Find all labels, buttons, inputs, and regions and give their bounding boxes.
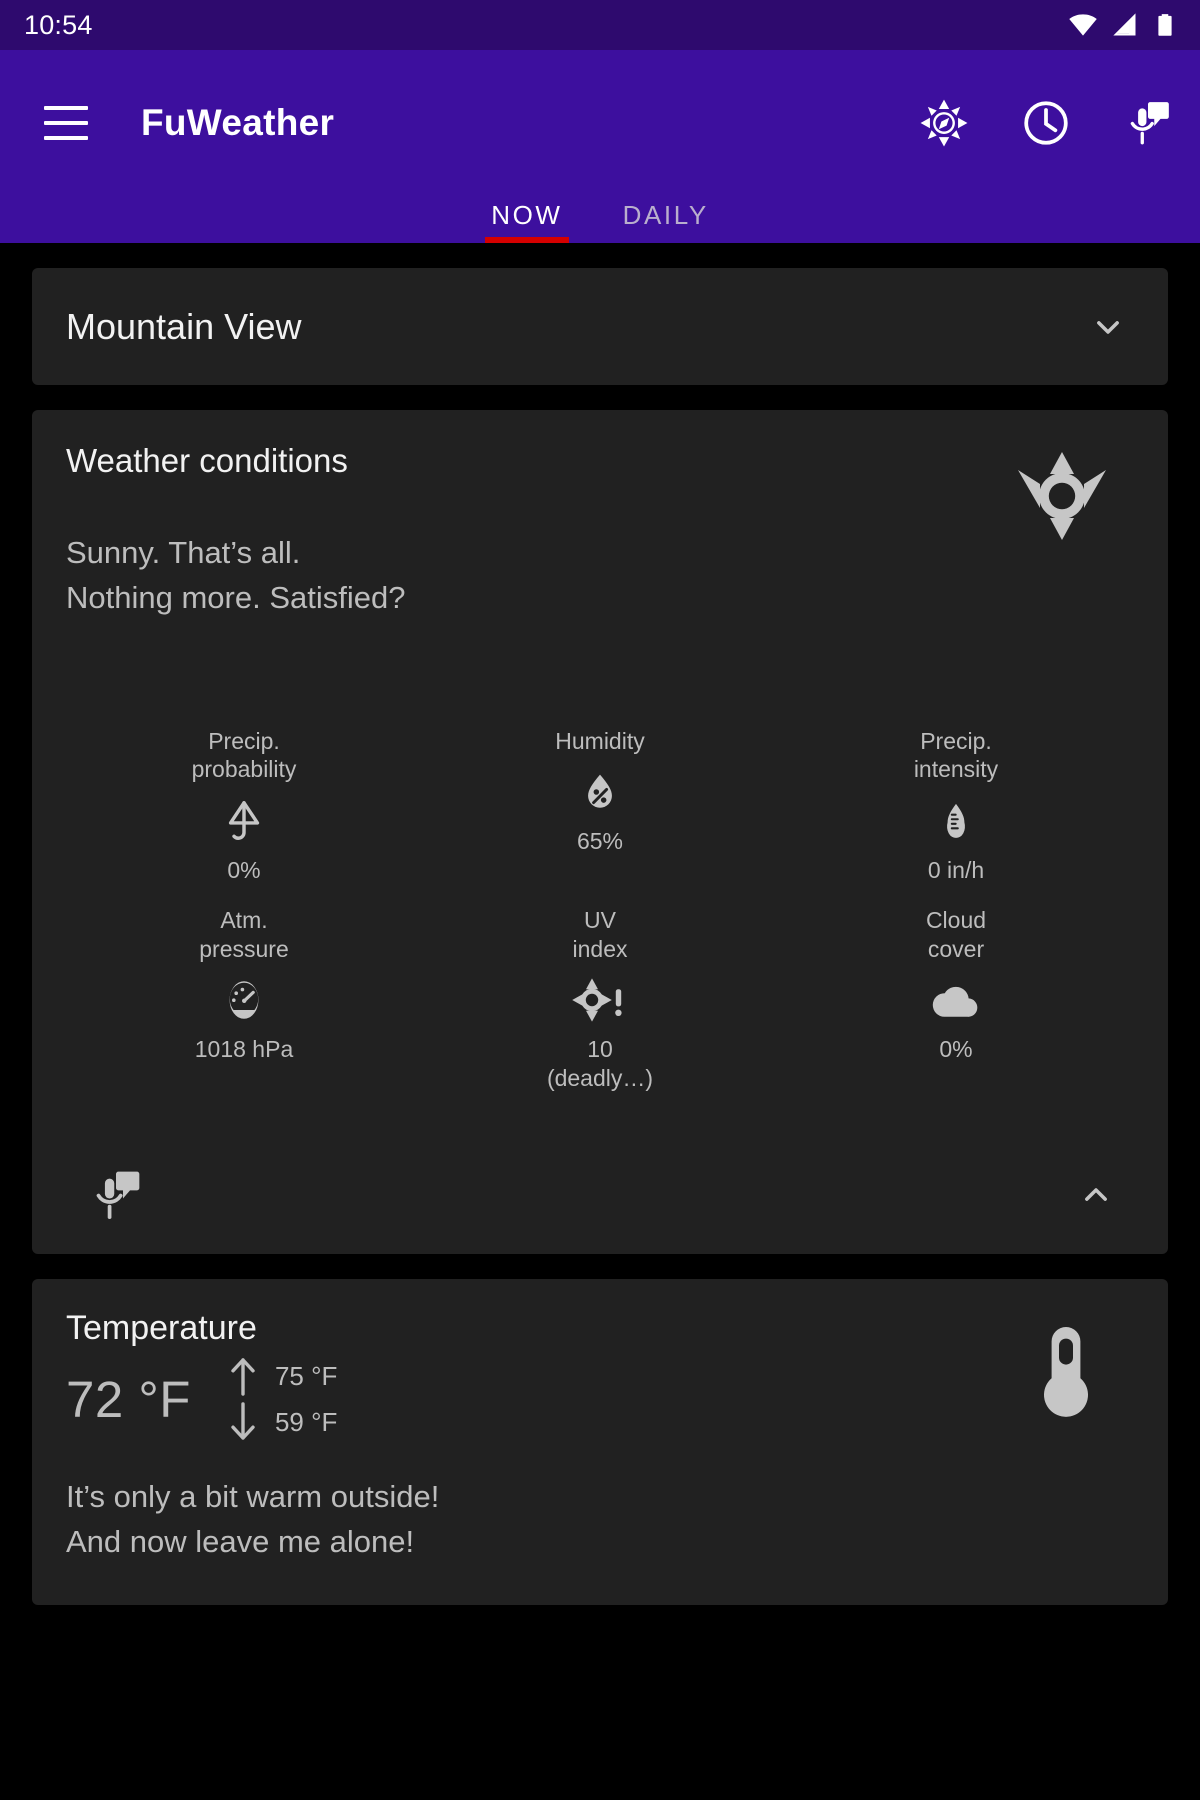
- metric-value-line-1: 0%: [227, 856, 261, 883]
- tab-now[interactable]: NOW: [485, 200, 569, 243]
- barometer-icon: [220, 974, 268, 1026]
- metric-label-line-1: Cloud: [925, 907, 987, 934]
- metric-precip-probability: Precip. probability 0%: [66, 727, 422, 885]
- arrow-up-icon: [227, 1354, 259, 1398]
- metric-label: Precip. intensity: [914, 727, 998, 784]
- wifi-icon: [1068, 10, 1098, 40]
- temperature-min-value: 59 °F: [274, 1406, 338, 1437]
- app-root: 10:54 FuWeather NOW DAILY Mountain View …: [0, 0, 1200, 1800]
- thermometer-icon: [1024, 1321, 1108, 1425]
- metric-cloud-cover: Cloud cover 0%: [778, 906, 1134, 1092]
- metric-label-line-1: Precip.: [208, 727, 280, 754]
- metric-value: 0%: [939, 1035, 972, 1064]
- metric-label-line-1: UV: [584, 907, 616, 934]
- tab-daily-label: DAILY: [622, 200, 709, 230]
- metric-label-line-2: cover: [927, 935, 985, 962]
- app-title: FuWeather: [141, 101, 335, 143]
- location-name: Mountain View: [66, 305, 302, 347]
- status-bar-icons: [1068, 10, 1178, 40]
- tab-inactive-indicator: [617, 237, 715, 243]
- metric-label: Cloud cover: [926, 906, 986, 963]
- app-bar-actions: [918, 97, 1174, 149]
- metric-label-line-1: Atm.: [220, 907, 268, 934]
- metric-value: 65%: [577, 827, 623, 856]
- battery-icon: [1152, 11, 1178, 39]
- temperature-title: Temperature: [66, 1309, 257, 1348]
- weather-metrics: Precip. probability 0% Humidity 65% Prec…: [66, 727, 1134, 1093]
- clock-icon[interactable]: [1020, 97, 1072, 149]
- metric-row-2: Atm. pressure 1018 hPa UV index 10 (dead…: [66, 906, 1134, 1092]
- main-content: Mountain View Weather conditions Sunny. …: [0, 268, 1200, 1605]
- temperature-max-row: 75 °F: [227, 1354, 337, 1398]
- rain-gauge-icon: [935, 795, 977, 847]
- weather-conditions-header: Weather conditions: [66, 442, 1134, 480]
- hamburger-menu-icon[interactable]: [44, 105, 88, 140]
- location-card[interactable]: Mountain View: [32, 268, 1168, 385]
- metric-label-line-1: Precip.: [920, 727, 992, 754]
- weather-conditions-footer: [66, 1136, 1134, 1254]
- temperature-max-value: 75 °F: [274, 1360, 338, 1391]
- tab-active-indicator: [485, 237, 569, 243]
- temperature-values: 72 °F 75 °F 59 °F: [66, 1354, 1134, 1444]
- weather-conditions-title: Weather conditions: [66, 442, 348, 479]
- chevron-down-icon[interactable]: [1088, 307, 1128, 347]
- tab-now-label: NOW: [491, 200, 563, 230]
- sun-icon: [1014, 448, 1110, 544]
- temperature-card: Temperature 72 °F 75 °F 59 °F It’s only …: [32, 1279, 1168, 1605]
- metric-value: 1018 hPa: [195, 1035, 293, 1064]
- metric-uv-index: UV index 10 (deadly…): [422, 906, 778, 1092]
- humidity-droplet-icon: [578, 766, 622, 818]
- temperature-description-line-2: And now leave me alone!: [66, 1524, 415, 1560]
- metric-label-line-2: pressure: [199, 935, 289, 962]
- metric-humidity: Humidity 65%: [422, 727, 778, 885]
- metric-label: Atm. pressure: [199, 906, 288, 963]
- metric-value: 10 (deadly…): [547, 1035, 653, 1092]
- voice-comment-icon[interactable]: [88, 1167, 144, 1223]
- tab-daily[interactable]: DAILY: [617, 200, 715, 243]
- temperature-min-row: 59 °F: [227, 1400, 337, 1444]
- app-bar: FuWeather NOW DAILY: [0, 50, 1200, 243]
- tab-bar: NOW DAILY: [0, 195, 1200, 243]
- metric-value-line-1: 0%: [939, 1036, 973, 1063]
- voice-comment-icon[interactable]: [1122, 97, 1174, 149]
- metric-label: UV index: [573, 906, 628, 963]
- metric-value-line-1: 65%: [576, 828, 624, 855]
- weather-description-line-2: Nothing more. Satisfied?: [66, 580, 406, 616]
- metric-precip-intensity: Precip. intensity 0 in/h: [778, 727, 1134, 885]
- weather-conditions-card: Weather conditions Sunny. That’s all. No…: [32, 410, 1168, 1255]
- metric-value-line-1: 10: [587, 1036, 613, 1063]
- temperature-description-line-1: It’s only a bit warm outside!: [66, 1479, 440, 1515]
- temperature-min-max: 75 °F 59 °F: [227, 1354, 337, 1444]
- metric-label: Precip. probability: [192, 727, 297, 784]
- metric-value: 0 in/h: [928, 856, 984, 885]
- metric-value-line-2: (deadly…): [546, 1064, 654, 1091]
- metric-label-line-1: Humidity: [555, 727, 645, 754]
- metric-value-line-1: 1018 hPa: [194, 1036, 294, 1063]
- weather-conditions-description: Sunny. That’s all. Nothing more. Satisfi…: [66, 530, 1134, 621]
- umbrella-icon: [221, 795, 267, 847]
- temperature-current: 72 °F: [66, 1370, 191, 1428]
- weather-description-line-1: Sunny. That’s all.: [66, 535, 301, 570]
- metric-value: 0%: [227, 856, 260, 885]
- temperature-description: It’s only a bit warm outside! And now le…: [66, 1474, 1134, 1565]
- cloud-icon: [930, 974, 982, 1026]
- status-bar-clock: 10:54: [24, 9, 93, 40]
- metric-label-line-2: probability: [191, 756, 297, 783]
- metric-atm-pressure: Atm. pressure 1018 hPa: [66, 906, 422, 1092]
- arrow-down-icon: [227, 1400, 259, 1444]
- metric-value-line-1: 0 in/h: [927, 856, 985, 883]
- metric-label-line-2: index: [572, 935, 628, 962]
- metric-label: Humidity: [555, 727, 644, 756]
- chevron-up-icon[interactable]: [1076, 1175, 1116, 1215]
- compass-icon[interactable]: [918, 97, 970, 149]
- cellular-signal-icon: [1111, 11, 1139, 39]
- uv-index-icon: [571, 974, 629, 1026]
- metric-label-line-2: intensity: [913, 756, 999, 783]
- metric-row-1: Precip. probability 0% Humidity 65% Prec…: [66, 727, 1134, 885]
- status-bar: 10:54: [0, 0, 1200, 50]
